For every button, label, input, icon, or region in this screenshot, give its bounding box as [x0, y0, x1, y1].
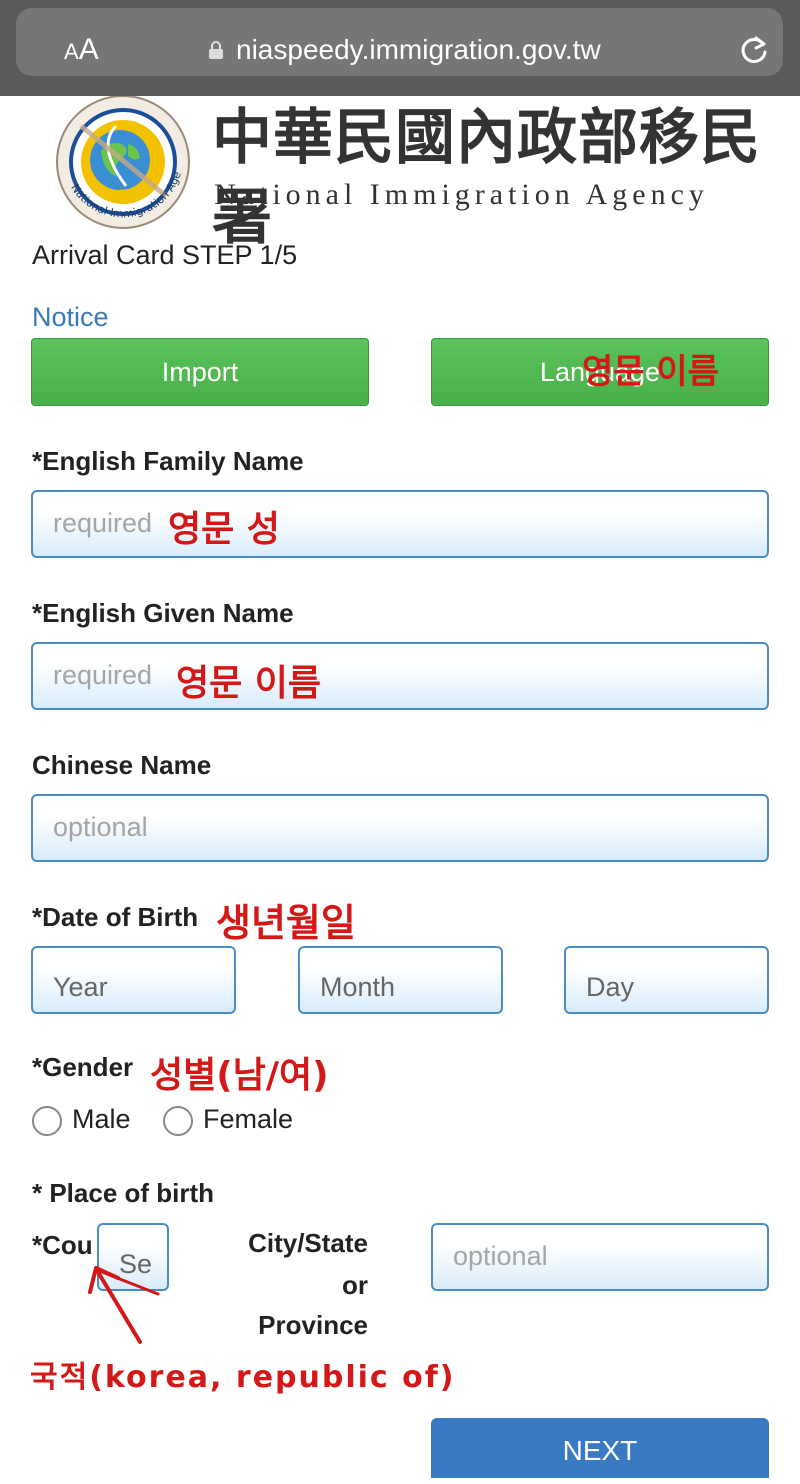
agency-seal-logo: National Immigration Agency — [46, 96, 190, 229]
notice-link[interactable]: Notice — [32, 302, 109, 333]
given-name-placeholder: required — [53, 660, 153, 690]
browser-toolbar: AA niaspeedy.immigration.gov.tw — [0, 0, 800, 96]
city-label-line3: Province — [258, 1310, 368, 1340]
chinese-name-label: Chinese Name — [32, 750, 212, 780]
city-placeholder: optional — [453, 1241, 548, 1271]
handwritten-note-nationality: 국적(korea, republic of) — [30, 1360, 456, 1395]
handwritten-arrow-icon — [88, 1266, 160, 1344]
reload-icon[interactable] — [736, 32, 772, 68]
handwritten-note-gender: 성별(남/여) — [150, 1055, 329, 1096]
given-name-input[interactable]: required — [31, 642, 769, 710]
birth-year-select[interactable]: Year — [31, 946, 236, 1014]
gender-label: *Gender — [32, 1052, 134, 1082]
birth-day-placeholder: Day — [586, 972, 635, 1002]
male-radio[interactable] — [32, 1106, 62, 1136]
step-indicator: Arrival Card STEP 1/5 — [32, 240, 298, 270]
handwritten-note-language: 영문 이름 — [582, 352, 719, 392]
lock-icon — [209, 41, 223, 59]
import-button[interactable]: Import — [31, 338, 369, 406]
agency-name-english: National Immigration Agency — [214, 178, 709, 211]
address-bar[interactable]: AA niaspeedy.immigration.gov.tw — [16, 8, 783, 76]
family-name-input[interactable]: required — [31, 490, 769, 558]
country-label: *Cou — [32, 1230, 93, 1260]
birth-day-select[interactable]: Day — [564, 946, 769, 1014]
given-name-label: *English Given Name — [32, 598, 294, 628]
city-input[interactable]: optional — [431, 1223, 769, 1291]
chinese-name-placeholder: optional — [53, 812, 148, 842]
birth-month-placeholder: Month — [320, 972, 396, 1002]
text-size-button[interactable]: AA — [64, 34, 99, 68]
chinese-name-input[interactable]: optional — [31, 794, 769, 862]
place-of-birth-label: * Place of birth — [32, 1178, 215, 1208]
family-name-placeholder: required — [53, 508, 153, 538]
url-text[interactable]: niaspeedy.immigration.gov.tw — [236, 32, 601, 68]
female-radio[interactable] — [163, 1106, 193, 1136]
handwritten-note-family: 영문 성 — [168, 509, 280, 550]
male-label[interactable]: Male — [72, 1104, 131, 1135]
date-of-birth-label: *Date of Birth — [32, 902, 199, 932]
birth-year-placeholder: Year — [53, 972, 108, 1002]
city-label-line1: City/State — [248, 1228, 368, 1258]
female-label[interactable]: Female — [203, 1104, 293, 1135]
family-name-label: *English Family Name — [32, 446, 304, 476]
city-label-line2: or — [342, 1270, 368, 1300]
next-button[interactable]: NEXT — [431, 1418, 769, 1478]
handwritten-note-given: 영문 이름 — [176, 663, 322, 704]
birth-month-select[interactable]: Month — [298, 946, 503, 1014]
handwritten-note-birth: 생년월일 — [216, 901, 356, 945]
